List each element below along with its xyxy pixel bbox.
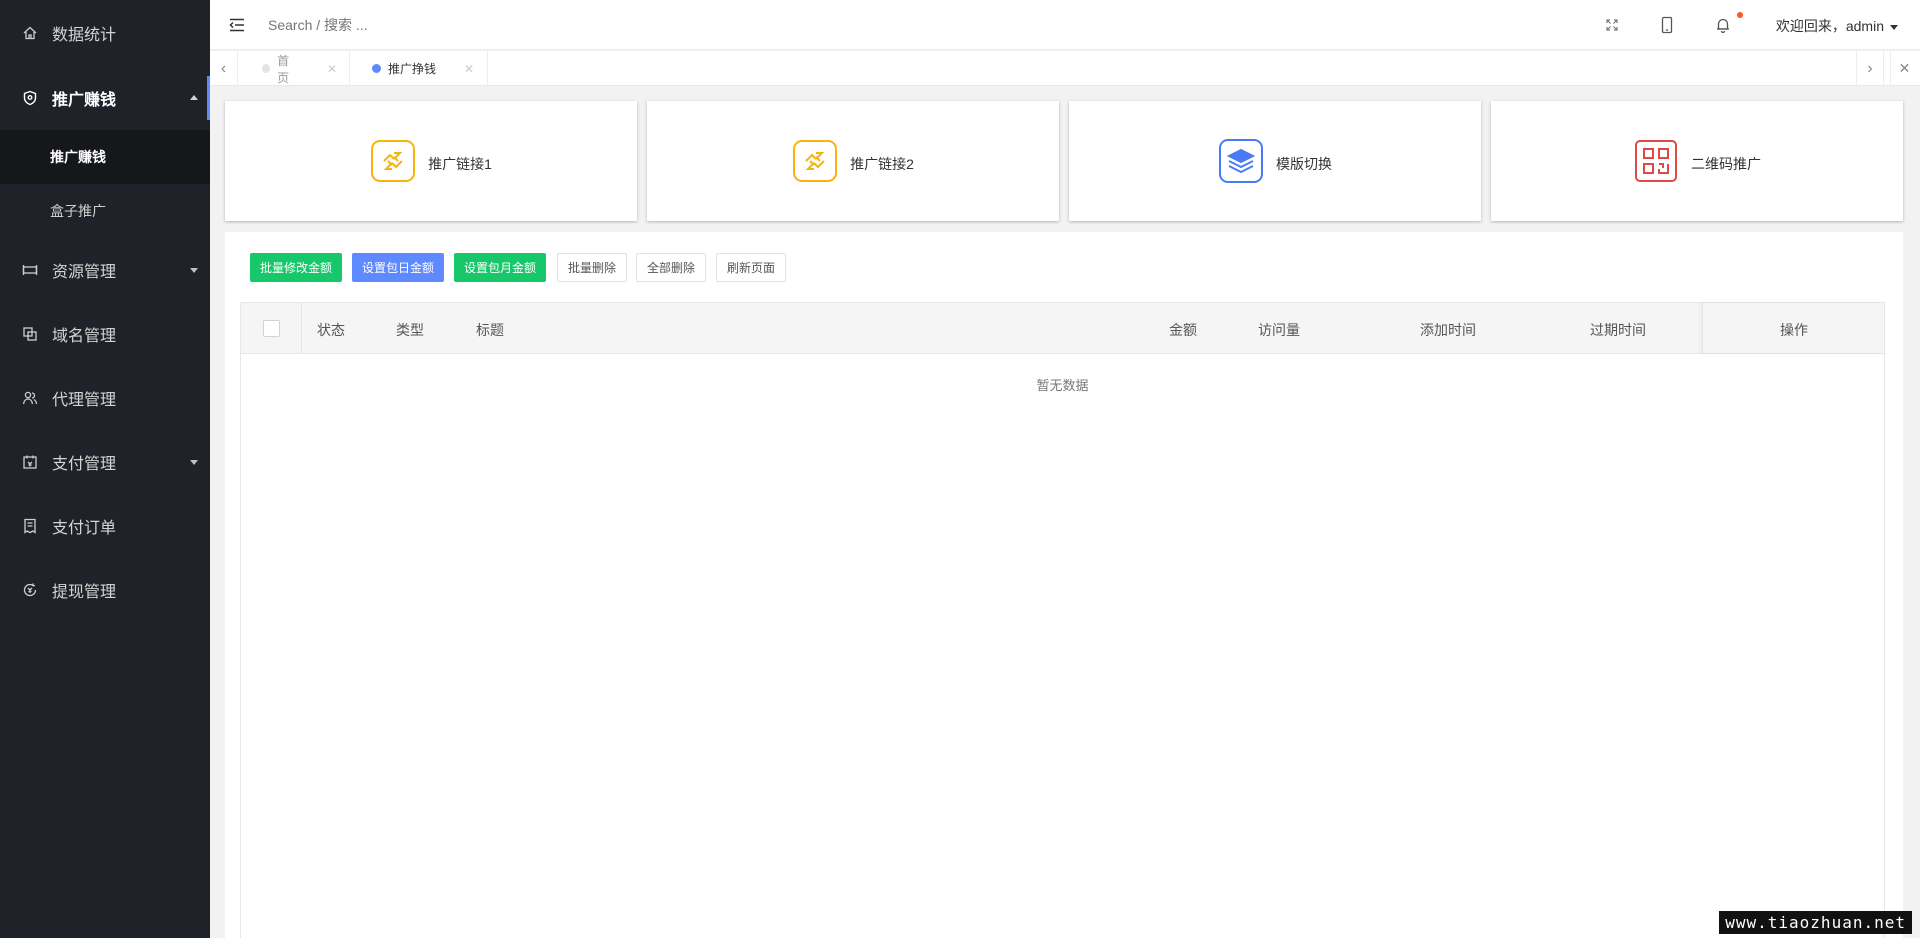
- user-greeting: 欢迎回来，admin: [1775, 18, 1884, 34]
- chevron-up-icon: [190, 95, 198, 100]
- actions-column-header: 操作: [1702, 303, 1884, 353]
- tab-close-icon[interactable]: ✕: [464, 62, 474, 76]
- table-header: 状态 类型 标题 金额 访问量 添加时间 过期时间 操作: [241, 303, 1884, 354]
- refresh-page-button[interactable]: 刷新页面: [716, 253, 787, 282]
- column-header-status: 状态: [317, 322, 345, 338]
- select-all-checkbox[interactable]: [263, 320, 280, 337]
- column-header-type: 类型: [396, 322, 424, 338]
- tab-close-icon[interactable]: ✕: [327, 62, 337, 76]
- fullscreen-icon[interactable]: [1603, 16, 1621, 34]
- tab-promotion[interactable]: 推广挣钱 ✕: [350, 51, 488, 86]
- tabs-next-icon[interactable]: ›: [1856, 51, 1884, 86]
- layers-icon: [1218, 139, 1264, 183]
- sidebar-item-promotion[interactable]: 推广赚钱: [0, 66, 210, 130]
- sidebar-item-withdraw[interactable]: 提现管理: [0, 558, 210, 622]
- chevron-down-icon: [190, 460, 198, 465]
- qrcode-icon: [1633, 139, 1679, 183]
- tabs-bar: ‹ 首页 ✕ 推广挣钱 ✕ › ✕: [210, 51, 1920, 86]
- sidebar-submenu: 推广赚钱 盒子推广: [0, 130, 210, 238]
- tab-dot: [372, 64, 381, 73]
- receipt-icon: [22, 518, 38, 534]
- sidebar-item-label: 支付管理: [52, 456, 117, 473]
- card-label: 推广链接2: [850, 156, 914, 172]
- sidebar-item-label: 代理管理: [52, 392, 117, 409]
- notification-dot: [1737, 12, 1743, 18]
- tab-home[interactable]: 首页 ✕: [240, 51, 350, 86]
- sidebar-item-label: 数据统计: [52, 27, 117, 44]
- withdraw-icon: [22, 582, 38, 598]
- card-qrcode-promo[interactable]: 二维码推广: [1491, 101, 1903, 221]
- empty-state-text: 暂无数据: [1036, 378, 1089, 393]
- card-promo-link-2[interactable]: 推广链接2: [647, 101, 1059, 221]
- sidebar-item-label: 域名管理: [52, 328, 117, 345]
- copy-icon: [22, 326, 38, 342]
- chevron-down-icon: [190, 268, 198, 273]
- home-icon: [22, 25, 38, 41]
- column-header-visits: 访问量: [1258, 322, 1300, 338]
- sidebar-item-resources[interactable]: 资源管理: [0, 238, 210, 302]
- data-table: 状态 类型 标题 金额 访问量 添加时间 过期时间 操作 暂无数据: [240, 302, 1885, 938]
- mobile-icon[interactable]: [1658, 16, 1676, 34]
- search-input[interactable]: [268, 13, 528, 37]
- header-divider: [301, 303, 302, 353]
- sidebar-item-stats[interactable]: 数据统计: [0, 0, 210, 66]
- delete-all-button[interactable]: 全部删除: [636, 253, 707, 282]
- set-daily-amount-button[interactable]: 设置包日金额: [352, 253, 445, 282]
- sidebar-item-label: 提现管理: [52, 584, 117, 601]
- sidebar-item-orders[interactable]: 支付订单: [0, 494, 210, 558]
- column-header-added-time: 添加时间: [1420, 322, 1476, 338]
- batch-edit-amount-button[interactable]: 批量修改金额: [250, 253, 343, 282]
- sidebar-item-label: 资源管理: [52, 264, 117, 281]
- sidebar-item-label: 推广赚钱: [52, 92, 117, 109]
- card-label: 推广链接1: [428, 156, 492, 172]
- tab-label: 首页: [277, 53, 290, 85]
- batch-delete-button[interactable]: 批量删除: [557, 253, 628, 282]
- column-header-title: 标题: [476, 322, 504, 338]
- tabs-close-all-icon[interactable]: ✕: [1890, 51, 1918, 86]
- card-template-switch[interactable]: 模版切换: [1069, 101, 1481, 221]
- link-icon: [370, 139, 416, 183]
- menu-toggle-icon[interactable]: [228, 16, 246, 34]
- watermark: www.tiaozhuan.net: [1719, 911, 1912, 934]
- wallet-icon: [22, 454, 38, 470]
- users-icon: [22, 390, 38, 406]
- tab-label: 推广挣钱: [388, 62, 437, 76]
- bell-icon[interactable]: [1714, 16, 1732, 34]
- column-header-actions: 操作: [1780, 322, 1808, 338]
- card-label: 模版切换: [1276, 156, 1332, 172]
- caret-down-icon: [1890, 24, 1898, 30]
- column-header-expire-time: 过期时间: [1590, 322, 1646, 338]
- sidebar-item-label: 支付订单: [52, 520, 117, 537]
- sidebar-item-domains[interactable]: 域名管理: [0, 302, 210, 366]
- link-icon: [792, 139, 838, 183]
- sidebar: 数据统计 推广赚钱 推广赚钱 盒子推广 资源管理 域名管理 代理管理 支付管理: [0, 0, 210, 938]
- top-header: 欢迎回来，admin: [210, 0, 1920, 50]
- card-promo-link-1[interactable]: 推广链接1: [225, 101, 637, 221]
- sidebar-subitem-promotion[interactable]: 推广赚钱: [0, 130, 210, 184]
- column-header-amount: 金额: [1169, 322, 1197, 338]
- shield-icon: [22, 90, 38, 106]
- sidebar-item-agents[interactable]: 代理管理: [0, 366, 210, 430]
- server-icon: [22, 262, 38, 278]
- sidebar-item-payment[interactable]: 支付管理: [0, 430, 210, 494]
- tab-dot: [262, 64, 271, 73]
- tabs-prev-icon[interactable]: ‹: [210, 51, 238, 86]
- sidebar-subitem-box-promotion[interactable]: 盒子推广: [0, 184, 210, 238]
- user-menu[interactable]: 欢迎回来，admin: [1776, 16, 1898, 36]
- set-monthly-amount-button[interactable]: 设置包月金额: [454, 253, 547, 282]
- card-label: 二维码推广: [1691, 156, 1761, 172]
